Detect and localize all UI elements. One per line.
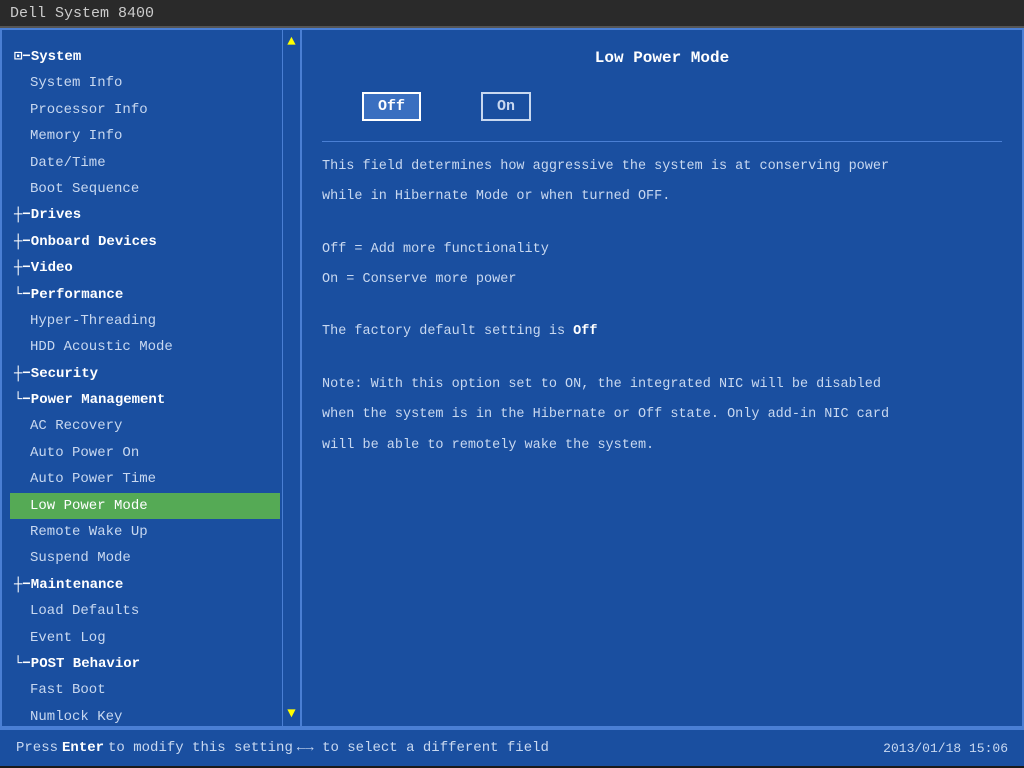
sidebar-item-event-log[interactable]: Event Log: [10, 625, 280, 651]
secondary-text: ←→ to select a different field: [297, 740, 549, 756]
note-line1: Note: With this option set to ON, the in…: [322, 374, 1002, 396]
on-desc: On = Conserve more power: [322, 269, 1002, 291]
sidebar-item-boot-sequence[interactable]: Boot Sequence: [10, 176, 280, 202]
note-line2: when the system is in the Hibernate or O…: [322, 404, 1002, 426]
sidebar-item-video[interactable]: ┼−Video: [10, 255, 280, 281]
sidebar-item-system-info[interactable]: System Info: [10, 70, 280, 96]
sidebar-item-auto-power-on[interactable]: Auto Power On: [10, 440, 280, 466]
content-area: Low Power Mode Off On This field determi…: [302, 30, 1022, 726]
sidebar-item-low-power-mode[interactable]: Low Power Mode: [10, 493, 280, 519]
description-line2: while in Hibernate Mode or when turned O…: [322, 186, 1002, 208]
bios-screen: ⊡−SystemSystem InfoProcessor InfoMemory …: [0, 28, 1024, 728]
status-bar: Press Enter to modify this setting ←→ to…: [0, 728, 1024, 766]
status-text: Press Enter to modify this setting ←→ to…: [16, 740, 549, 756]
sidebar-item-ac-recovery[interactable]: AC Recovery: [10, 413, 280, 439]
sidebar-item-hyper-threading[interactable]: Hyper-Threading: [10, 308, 280, 334]
sidebar-item-memory-info[interactable]: Memory Info: [10, 123, 280, 149]
press-label: Press: [16, 740, 58, 756]
action-text: to modify this setting: [108, 740, 293, 756]
scroll-down-icon[interactable]: ▼: [287, 706, 295, 722]
sidebar-item-suspend-mode[interactable]: Suspend Mode: [10, 545, 280, 571]
sidebar-content: ⊡−SystemSystem InfoProcessor InfoMemory …: [2, 38, 284, 726]
option-off-button[interactable]: Off: [362, 92, 421, 121]
factory-default: The factory default setting is Off: [322, 321, 1002, 343]
factory-value: Off: [573, 324, 597, 339]
sidebar-item-fast-boot[interactable]: Fast Boot: [10, 677, 280, 703]
scroll-up-icon[interactable]: ▲: [287, 34, 295, 50]
sidebar-item-drives[interactable]: ┼−Drives: [10, 202, 280, 228]
title-bar: Dell System 8400: [0, 0, 1024, 28]
sidebar-item-date-time[interactable]: Date/Time: [10, 150, 280, 176]
sidebar-item-system[interactable]: ⊡−System: [10, 44, 280, 70]
sidebar-item-post-behavior[interactable]: └−POST Behavior: [10, 651, 280, 677]
off-desc: Off = Add more functionality: [322, 239, 1002, 261]
option-buttons: Off On: [322, 92, 1002, 121]
sidebar-item-performance[interactable]: └−Performance: [10, 282, 280, 308]
sidebar-item-hdd-acoustic[interactable]: HDD Acoustic Mode: [10, 334, 280, 360]
title-bar-text: Dell System 8400: [10, 5, 154, 22]
sidebar-item-processor-info[interactable]: Processor Info: [10, 97, 280, 123]
sidebar-item-remote-wake-up[interactable]: Remote Wake Up: [10, 519, 280, 545]
sidebar-item-numlock-key[interactable]: Numlock Key: [10, 704, 280, 726]
note-line3: will be able to remotely wake the system…: [322, 435, 1002, 457]
description-line1: This field determines how aggressive the…: [322, 156, 1002, 178]
sidebar-item-power-management[interactable]: └−Power Management: [10, 387, 280, 413]
content-title: Low Power Mode: [322, 46, 1002, 72]
option-on-button[interactable]: On: [481, 92, 531, 121]
datetime: 2013/01/18 15:06: [883, 741, 1008, 756]
sidebar-scrollbar: ▲ ▼: [282, 30, 300, 726]
sidebar-item-maintenance[interactable]: ┼−Maintenance: [10, 572, 280, 598]
enter-key-label: Enter: [62, 740, 104, 756]
sidebar-item-onboard-devices[interactable]: ┼−Onboard Devices: [10, 229, 280, 255]
factory-label: The factory default setting is: [322, 324, 573, 339]
sidebar-item-auto-power-time[interactable]: Auto Power Time: [10, 466, 280, 492]
sidebar-item-security[interactable]: ┼−Security: [10, 361, 280, 387]
divider: [322, 141, 1002, 142]
sidebar-item-load-defaults[interactable]: Load Defaults: [10, 598, 280, 624]
sidebar: ⊡−SystemSystem InfoProcessor InfoMemory …: [2, 30, 302, 726]
